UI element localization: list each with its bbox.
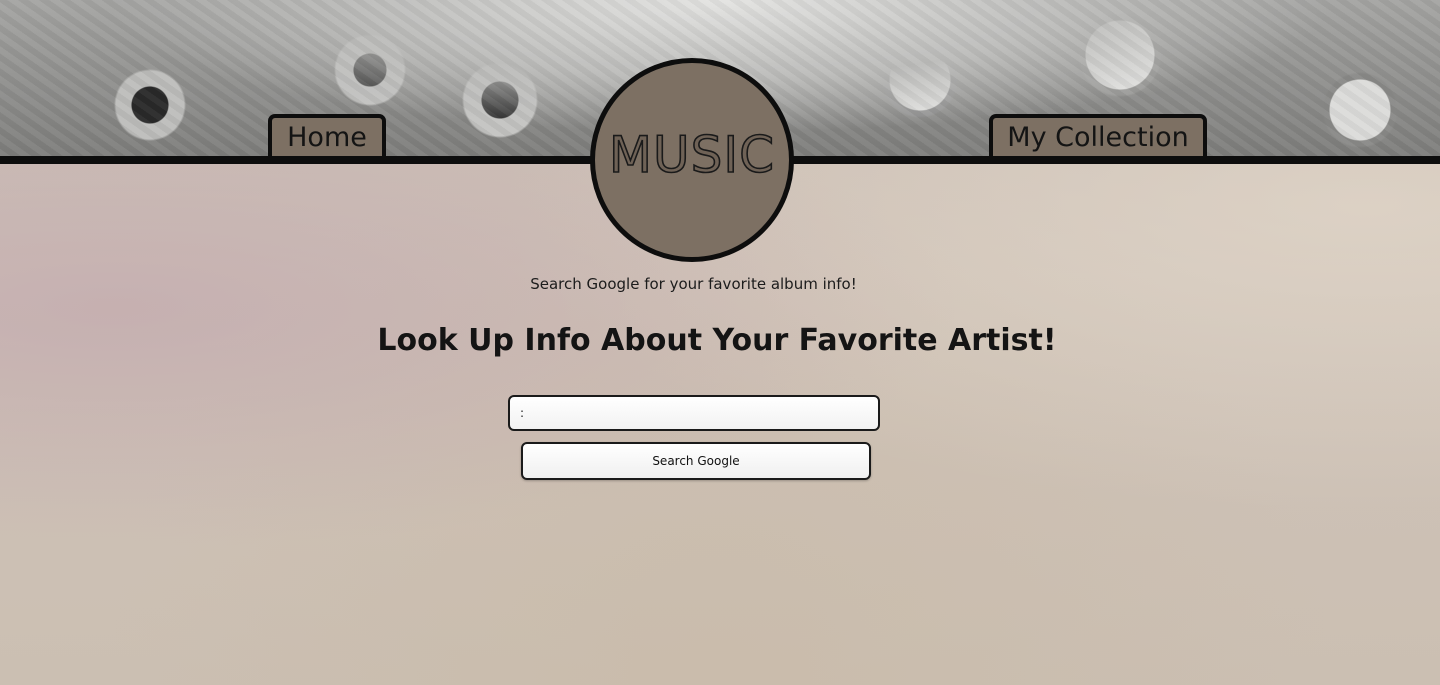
search-google-button[interactable]: Search Google bbox=[521, 442, 871, 480]
nav-tab-home[interactable]: Home bbox=[268, 114, 386, 156]
music-logo: MUSIC bbox=[590, 58, 794, 262]
nav-tab-my-collection-label: My Collection bbox=[1007, 122, 1189, 153]
nav-tab-home-label: Home bbox=[287, 122, 367, 153]
page-subtitle: Search Google for your favorite album in… bbox=[530, 275, 857, 293]
logo-text: MUSIC bbox=[608, 125, 776, 185]
page-heading: Look Up Info About Your Favorite Artist! bbox=[377, 323, 1057, 358]
artist-search-input[interactable] bbox=[508, 395, 880, 431]
nav-tab-my-collection[interactable]: My Collection bbox=[989, 114, 1207, 156]
